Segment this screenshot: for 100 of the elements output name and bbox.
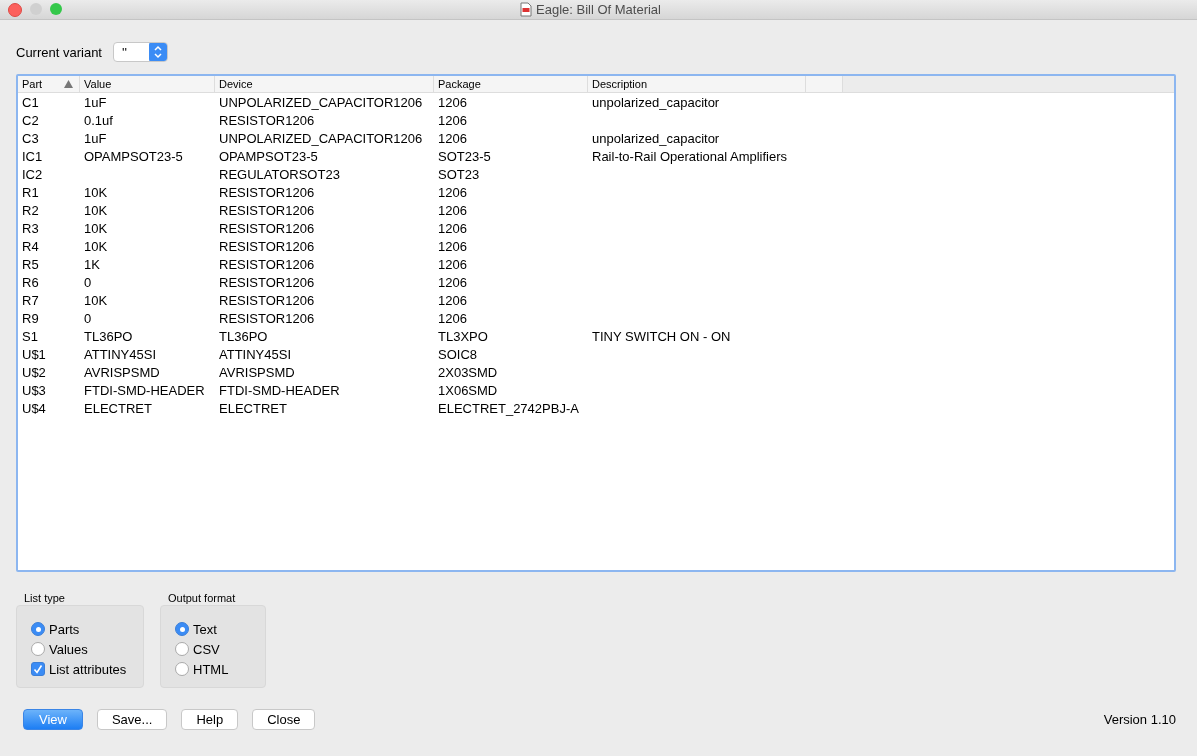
close-window-icon[interactable]	[8, 2, 22, 17]
dialog-button[interactable]: Close	[252, 709, 316, 730]
table-cell: C3	[22, 130, 39, 146]
table-cell: Rail-to-Rail Operational Amplifiers	[592, 148, 788, 164]
table-cell: 1uF	[84, 130, 107, 146]
radio-option[interactable]: Parts	[31, 620, 143, 638]
table-cell: RESISTOR1206	[219, 274, 315, 290]
dialog-button[interactable]: Help	[181, 709, 239, 730]
checkmark-icon	[32, 663, 44, 675]
table-cell: ELECTRET	[219, 400, 287, 416]
table-cell: R7	[22, 292, 39, 308]
table-cell: RESISTOR1206	[219, 238, 315, 254]
sort-ascending-icon	[64, 80, 73, 88]
radio-option[interactable]: CSV	[175, 640, 265, 658]
table-cell: 1206	[438, 202, 467, 218]
table-cell: SOT23-5	[438, 148, 491, 164]
table-cell: 1X06SMD	[438, 382, 498, 398]
table-cell: 1206	[438, 238, 467, 254]
table-cell: FTDI-SMD-HEADER	[84, 382, 205, 398]
table-cell: IC1	[22, 148, 43, 164]
table-cell: unpolarized_capacitor	[592, 130, 720, 146]
table-cell: S1	[22, 328, 38, 344]
table-cell: TL36PO	[84, 328, 133, 344]
table-cell: 0	[84, 274, 92, 290]
table-cell: RESISTOR1206	[219, 256, 315, 272]
column-header[interactable]: Device	[215, 76, 434, 92]
table-cell: SOT23	[438, 166, 480, 182]
table-cell: RESISTOR1206	[219, 112, 315, 128]
table-cell: SOIC8	[438, 346, 477, 362]
table-cell: 1206	[438, 94, 467, 110]
table-cell: U$3	[22, 382, 46, 398]
table-cell: REGULATORSOT23	[219, 166, 340, 182]
table-cell: RESISTOR1206	[219, 310, 315, 326]
dialog-button[interactable]: Save...	[96, 709, 168, 730]
window-title: Eagle: Bill Of Material	[536, 2, 661, 17]
table-cell: OPAMPSOT23-5	[219, 148, 318, 164]
table-cell: RESISTOR1206	[219, 202, 315, 218]
table-cell: 1K	[84, 256, 100, 272]
table-cell: IC2	[22, 166, 43, 182]
group-title: List type	[23, 592, 66, 604]
table-cell: C1	[22, 94, 39, 110]
group-title: Output format	[167, 592, 237, 604]
table-cell: TL36PO	[219, 328, 268, 344]
table-cell: R4	[22, 238, 39, 254]
table-cell: R6	[22, 274, 39, 290]
table-cell: 1206	[438, 292, 467, 308]
column-header[interactable]: Value	[80, 76, 215, 92]
table-cell: 1206	[438, 310, 467, 326]
version-label: Version 1.10	[1103, 712, 1176, 727]
table-cell: ELECTRET	[84, 400, 152, 416]
radio-option[interactable]: Text	[175, 620, 265, 638]
table-cell: RESISTOR1206	[219, 184, 315, 200]
column-header[interactable]: Description	[588, 76, 806, 92]
table-cell: 10K	[84, 292, 108, 308]
table-cell: 1206	[438, 274, 467, 290]
table-cell: 10K	[84, 238, 108, 254]
minimize-window-icon[interactable]	[30, 2, 42, 15]
table-cell: AVRISPSMD	[84, 364, 160, 380]
variant-label: Current variant	[16, 44, 102, 60]
column-header[interactable]: Part	[18, 76, 80, 92]
table-cell: 10K	[84, 202, 108, 218]
table-cell: OPAMPSOT23-5	[84, 148, 183, 164]
table-cell: 1206	[438, 256, 467, 272]
table-cell: AVRISPSMD	[219, 364, 295, 380]
list-attributes-checkbox[interactable]: List attributes	[31, 660, 143, 678]
table-cell: TINY SWITCH ON - ON	[592, 328, 731, 344]
table-cell: ATTINY45SI	[219, 346, 291, 362]
variant-dropdown[interactable]: ''	[113, 42, 168, 62]
zoom-window-icon[interactable]	[50, 2, 62, 15]
table-cell: R9	[22, 310, 39, 326]
table-cell: ATTINY45SI	[84, 346, 156, 362]
column-header[interactable]: Package	[434, 76, 588, 92]
table-cell: U$2	[22, 364, 46, 380]
table-cell: 1206	[438, 184, 467, 200]
table-cell: 1uF	[84, 94, 107, 110]
table-cell: C2	[22, 112, 39, 128]
table-cell: unpolarized_capacitor	[592, 94, 720, 110]
table-cell: UNPOLARIZED_CAPACITOR1206	[219, 130, 423, 146]
table-cell: RESISTOR1206	[219, 292, 315, 308]
radio-option[interactable]: HTML	[175, 660, 265, 678]
table-cell: R2	[22, 202, 39, 218]
table-cell: U$1	[22, 346, 46, 362]
table-cell: 0.1uf	[84, 112, 113, 128]
table-cell: 2X03SMD	[438, 364, 498, 380]
table-cell: 10K	[84, 220, 108, 236]
table-cell: ELECTRET_2742PBJ-A	[438, 400, 579, 416]
dropdown-chevrons-icon	[149, 43, 167, 61]
table-cell: TL3XPO	[438, 328, 488, 344]
table-cell: 1206	[438, 112, 467, 128]
table-cell: U$4	[22, 400, 46, 416]
table-cell: 10K	[84, 184, 108, 200]
table-cell: R1	[22, 184, 39, 200]
table-cell: 0	[84, 310, 92, 326]
table-cell: R5	[22, 256, 39, 272]
radio-option[interactable]: Values	[31, 640, 143, 658]
document-icon	[520, 2, 532, 17]
table-cell: R3	[22, 220, 39, 236]
table-cell: 1206	[438, 130, 467, 146]
table-cell: RESISTOR1206	[219, 220, 315, 236]
table-cell: 1206	[438, 220, 467, 236]
